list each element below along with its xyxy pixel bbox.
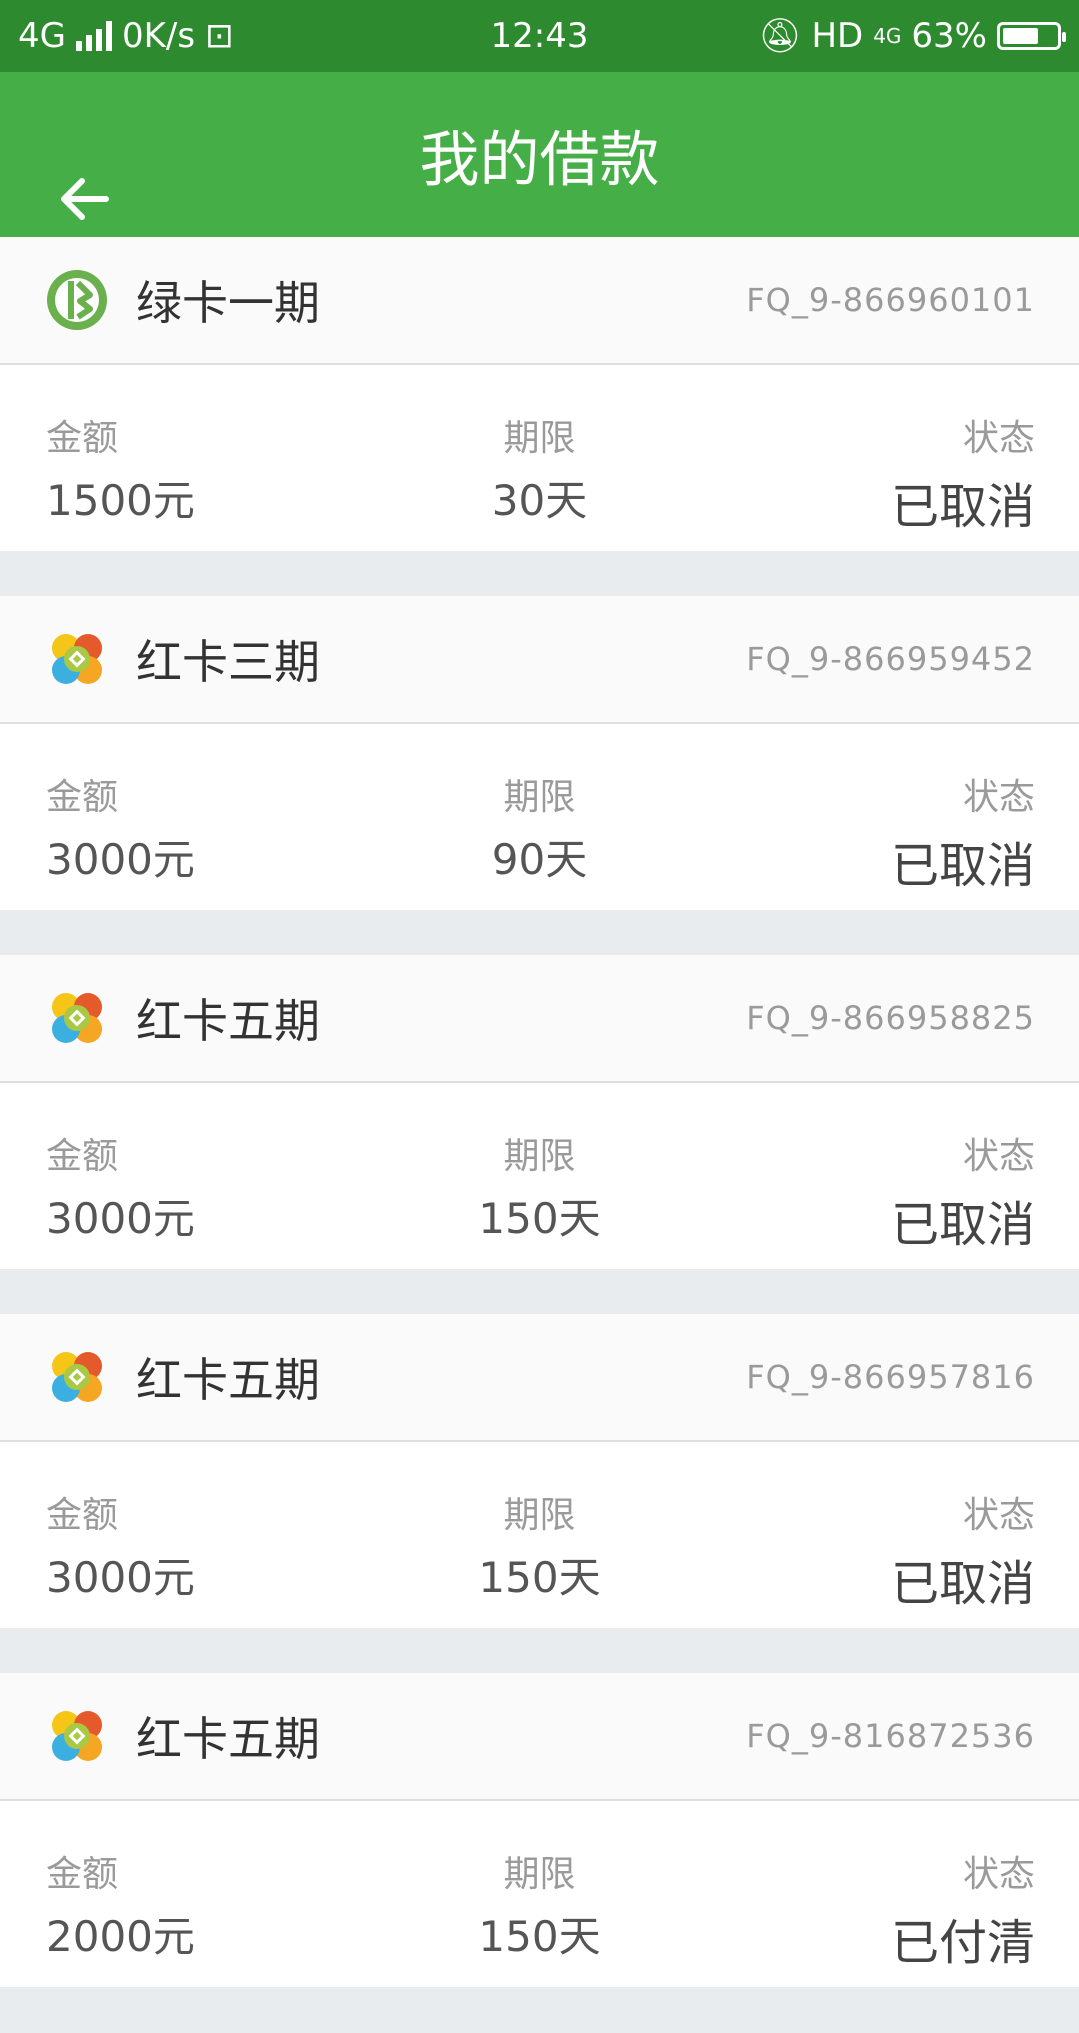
status-column: 状态 已取消 — [891, 409, 1035, 537]
status-right: 🔕︎ HD 4G 63% — [758, 16, 1066, 56]
status-label: 状态 — [962, 1136, 1035, 1177]
red-card-icon — [52, 993, 102, 1043]
network-4g-indicator: 4G — [873, 24, 902, 48]
loan-card-header: 红卡三期 FQ_9-866959452 — [0, 596, 1079, 724]
loan-card[interactable]: 红卡五期 FQ_9-866958825 金额 3000元 期限 150天 状态 … — [0, 955, 1079, 1269]
battery-icon — [997, 22, 1066, 50]
status-label: 状态 — [962, 777, 1035, 818]
loan-card-header: 红卡五期 FQ_9-866957816 — [0, 1314, 1079, 1442]
loan-order-number: FQ_9-866957816 — [746, 1358, 1035, 1396]
red-card-icon — [52, 1711, 102, 1761]
status-value: 已取消 — [890, 1197, 1035, 1253]
status-value: 已取消 — [890, 1556, 1035, 1612]
loan-list: 绿卡一期 FQ_9-866960101 金额 1500元 期限 30天 状态 已… — [0, 237, 1079, 1987]
red-card-icon — [52, 634, 102, 684]
loan-order-number: FQ_9-866958825 — [746, 999, 1035, 1037]
loan-product-name: 红卡三期 — [136, 635, 320, 689]
green-card-icon — [47, 270, 107, 330]
status-label: 状态 — [962, 1495, 1035, 1536]
page-title: 我的借款 — [419, 125, 660, 195]
loan-card[interactable]: 绿卡一期 FQ_9-866960101 金额 1500元 期限 30天 状态 已… — [0, 237, 1079, 551]
loan-card-body: 金额 1500元 期限 30天 状态 已取消 — [0, 365, 1079, 551]
loan-card[interactable]: 红卡五期 FQ_9-866957816 金额 3000元 期限 150天 状态 … — [0, 1314, 1079, 1628]
hd-indicator: HD — [811, 16, 864, 56]
status-column: 状态 已取消 — [891, 1486, 1035, 1614]
mute-bell-icon: 🔕︎ — [758, 16, 802, 56]
status-value: 已取消 — [890, 838, 1035, 894]
status-bar: 4G 0K/s ⊡ 12:43 🔕︎ HD 4G 63% — [0, 0, 1079, 72]
loan-order-number: FQ_9-866960101 — [746, 281, 1035, 319]
loan-card-header: 红卡五期 FQ_9-866958825 — [0, 955, 1079, 1083]
loan-product-name: 绿卡一期 — [136, 276, 320, 330]
status-label: 状态 — [962, 1854, 1035, 1895]
status-column: 状态 已付清 — [891, 1845, 1035, 1973]
loan-card-body: 金额 3000元 期限 90天 状态 已取消 — [0, 724, 1079, 910]
loan-product-name: 红卡五期 — [136, 1353, 320, 1407]
loan-card[interactable]: 红卡五期 FQ_9-816872536 金额 2000元 期限 150天 状态 … — [0, 1673, 1079, 1987]
loan-order-number: FQ_9-816872536 — [746, 1717, 1035, 1755]
loan-card-header: 红卡五期 FQ_9-816872536 — [0, 1673, 1079, 1801]
loan-product-name: 红卡五期 — [136, 1712, 320, 1766]
loan-card-header: 绿卡一期 FQ_9-866960101 — [0, 237, 1079, 365]
status-value: 已付清 — [890, 1915, 1035, 1971]
loan-card-body: 金额 2000元 期限 150天 状态 已付清 — [0, 1801, 1079, 1987]
app-bar: 我的借款 — [0, 72, 1079, 237]
loan-card-body: 金额 3000元 期限 150天 状态 已取消 — [0, 1083, 1079, 1269]
loan-order-number: FQ_9-866959452 — [746, 640, 1035, 678]
red-card-icon — [52, 1352, 102, 1402]
status-column: 状态 已取消 — [891, 768, 1035, 896]
loan-product-name: 红卡五期 — [136, 994, 320, 1048]
status-label: 状态 — [962, 418, 1035, 459]
loan-card-body: 金额 3000元 期限 150天 状态 已取消 — [0, 1442, 1079, 1628]
loan-card[interactable]: 红卡三期 FQ_9-866959452 金额 3000元 期限 90天 状态 已… — [0, 596, 1079, 910]
status-value: 已取消 — [890, 479, 1035, 535]
battery-percent: 63% — [911, 16, 987, 56]
status-column: 状态 已取消 — [891, 1127, 1035, 1255]
